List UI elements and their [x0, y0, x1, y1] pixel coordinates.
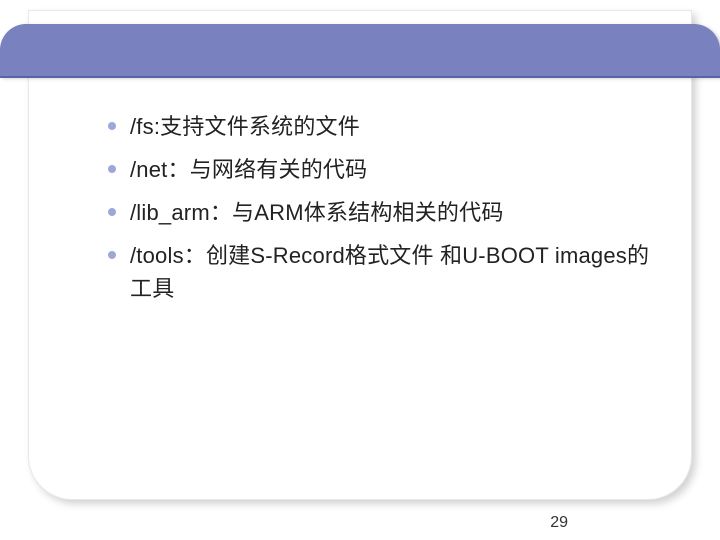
- bullet-icon: [108, 251, 116, 259]
- bullet-icon: [108, 165, 116, 173]
- header-underline: [0, 76, 720, 78]
- bullet-text: /tools：创建S-Record格式文件 和U-BOOT images的工具: [130, 239, 660, 305]
- header-bar: [0, 24, 720, 76]
- bullet-text: /net：与网络有关的代码: [130, 153, 367, 186]
- list-item: /lib_arm：与ARM体系结构相关的代码: [108, 196, 660, 229]
- list-item: /fs:支持文件系统的文件: [108, 110, 660, 143]
- bullet-text: /lib_arm：与ARM体系结构相关的代码: [130, 196, 504, 229]
- bullet-icon: [108, 208, 116, 216]
- page-number: 29: [550, 514, 568, 532]
- bullet-icon: [108, 122, 116, 130]
- list-item: /tools：创建S-Record格式文件 和U-BOOT images的工具: [108, 239, 660, 305]
- bullet-list: /fs:支持文件系统的文件 /net：与网络有关的代码 /lib_arm：与AR…: [108, 110, 660, 315]
- bullet-text: /fs:支持文件系统的文件: [130, 110, 360, 143]
- list-item: /net：与网络有关的代码: [108, 153, 660, 186]
